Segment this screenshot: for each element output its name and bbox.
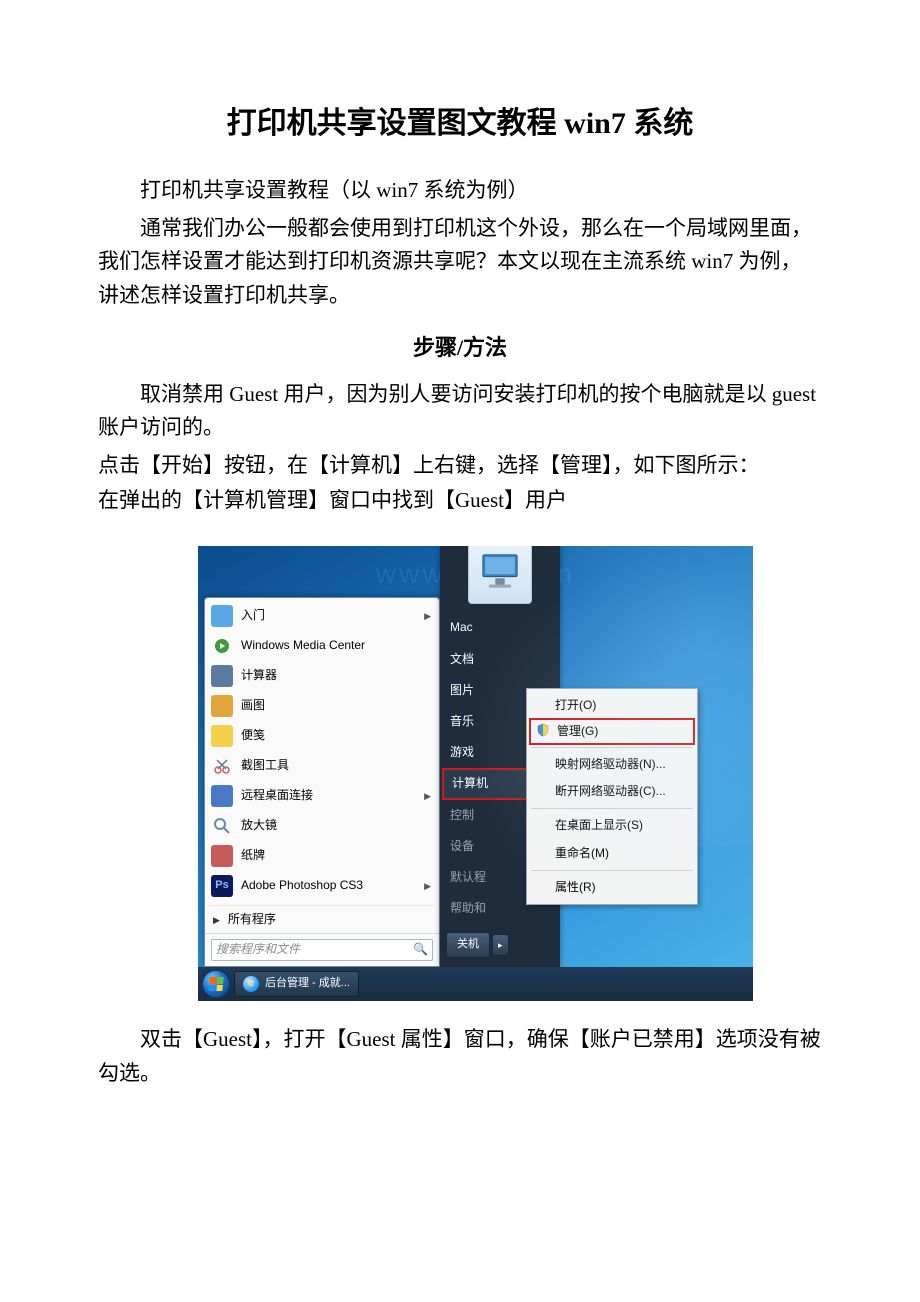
step-text-1: 取消禁用 Guest 用户，因为别人要访问安装打印机的按个电脑就是以 guest… xyxy=(98,378,822,445)
start-menu-item[interactable]: 计算器 xyxy=(205,661,439,691)
chevron-right-icon: ▶ xyxy=(213,913,220,927)
search-icon: 🔍 xyxy=(413,940,428,959)
step-text-2: 点击【开始】按钮，在【计算机】上右键，选择【管理】，如下图所示： xyxy=(98,449,822,483)
taskbar: e 后台管理 - 成就... xyxy=(198,967,753,1001)
chevron-right-icon: ▶ xyxy=(424,879,431,893)
start-menu-item[interactable]: 纸牌 xyxy=(205,841,439,871)
calculator-icon xyxy=(211,665,233,687)
chevron-right-icon: ▶ xyxy=(424,609,431,623)
start-right-item[interactable]: 图片 xyxy=(440,675,560,706)
all-programs-label: 所有程序 xyxy=(228,910,276,929)
start-right-item[interactable]: 文档 xyxy=(440,644,560,675)
ctx-separator xyxy=(531,808,693,809)
shield-icon xyxy=(536,723,550,737)
ps-icon: Ps xyxy=(211,875,233,897)
ctx-manage[interactable]: 管理(G) xyxy=(529,718,695,745)
start-button[interactable] xyxy=(202,970,230,998)
snipping-icon xyxy=(211,755,233,777)
start-menu-item-label: 截图工具 xyxy=(241,756,431,775)
start-right-item[interactable]: 音乐 xyxy=(440,706,560,737)
paint-icon xyxy=(211,695,233,717)
magnifier-icon xyxy=(211,815,233,837)
step-text-4: 双击【Guest】，打开【Guest 属性】窗口，确保【账户已禁用】选项没有被勾… xyxy=(98,1023,822,1090)
start-right-computer[interactable]: 计算机 xyxy=(442,768,558,799)
ctx-separator xyxy=(531,747,693,748)
start-menu-item-label: 便笺 xyxy=(241,726,431,745)
start-right-item[interactable]: 设备 xyxy=(440,831,560,862)
intro-paragraph: 通常我们办公一般都会使用到打印机这个外设，那么在一个局域网里面，我们怎样设置才能… xyxy=(98,212,822,313)
start-menu-item[interactable]: 入门 ▶ xyxy=(205,601,439,631)
ctx-open[interactable]: 打开(O) xyxy=(529,692,695,719)
ctx-separator xyxy=(531,870,693,871)
ctx-properties[interactable]: 属性(R) xyxy=(529,874,695,901)
start-right-item[interactable]: 帮助和 xyxy=(440,893,560,924)
solitaire-icon xyxy=(211,845,233,867)
context-menu: 打开(O) 管理(G) 映射网络驱动器(N)... 断开网络驱动器(C)... … xyxy=(526,688,698,905)
menu-divider xyxy=(209,905,435,906)
start-right-item[interactable]: Mac xyxy=(440,612,560,643)
taskbar-item-ie[interactable]: e 后台管理 - 成就... xyxy=(234,971,359,997)
monitor-icon xyxy=(475,547,525,597)
start-menu-item[interactable]: 画图 xyxy=(205,691,439,721)
all-programs-item[interactable]: ▶ 所有程序 xyxy=(205,907,439,933)
getting-started-icon xyxy=(211,605,233,627)
ctx-disconnect-drive[interactable]: 断开网络驱动器(C)... xyxy=(529,778,695,805)
start-menu-item[interactable]: Ps Adobe Photoshop CS3 ▶ xyxy=(205,871,439,901)
ctx-manage-label: 管理(G) xyxy=(557,724,598,738)
start-menu-item[interactable]: Windows Media Center xyxy=(205,631,439,661)
start-menu-item-label: 计算器 xyxy=(241,666,431,685)
shutdown-button[interactable]: 关机 xyxy=(446,932,490,958)
wmc-icon xyxy=(211,635,233,657)
start-menu-item-label: 画图 xyxy=(241,696,431,715)
start-menu-item[interactable]: 放大镜 xyxy=(205,811,439,841)
chevron-right-icon: ▶ xyxy=(424,789,431,803)
sticky-notes-icon xyxy=(211,725,233,747)
start-menu-item-label: 纸牌 xyxy=(241,846,431,865)
ctx-show-desktop[interactable]: 在桌面上显示(S) xyxy=(529,812,695,839)
rdp-icon xyxy=(211,785,233,807)
step-text-3: 在弹出的【计算机管理】窗口中找到【Guest】用户 xyxy=(98,484,822,518)
intro-line-1: 打印机共享设置教程（以 win7 系统为例） xyxy=(98,174,822,208)
taskbar-item-label: 后台管理 - 成就... xyxy=(265,975,350,993)
start-right-item[interactable]: 游戏 xyxy=(440,737,560,768)
shutdown-row: 关机 ▸ xyxy=(440,928,560,964)
search-placeholder: 搜索程序和文件 xyxy=(216,940,300,959)
ie-icon: e xyxy=(243,976,259,992)
shutdown-options-button[interactable]: ▸ xyxy=(492,934,509,956)
start-right-item[interactable]: 默认程 xyxy=(440,862,560,893)
start-menu-item-label: 远程桌面连接 xyxy=(241,786,416,805)
search-row: 搜索程序和文件 🔍 xyxy=(205,933,439,966)
ctx-rename[interactable]: 重命名(M) xyxy=(529,840,695,867)
start-menu-right: Mac文档图片音乐游戏 计算机 控制设备默认程帮助和 关机 ▸ xyxy=(440,546,560,967)
search-input[interactable]: 搜索程序和文件 🔍 xyxy=(211,939,433,961)
start-menu-item[interactable]: 便笺 xyxy=(205,721,439,751)
start-menu-item-label: 放大镜 xyxy=(241,816,431,835)
user-avatar xyxy=(468,546,532,605)
start-menu-item[interactable]: 截图工具 xyxy=(205,751,439,781)
start-menu-item[interactable]: 远程桌面连接 ▶ xyxy=(205,781,439,811)
ctx-map-drive[interactable]: 映射网络驱动器(N)... xyxy=(529,751,695,778)
start-menu-left: 入门 ▶ Windows Media Center 计算器画图便笺截图工具远程桌面连接… xyxy=(204,597,440,967)
windows-logo-icon xyxy=(208,977,223,991)
screenshot-figure: www.bo .com 入门▶Windows Media Center计算器画图… xyxy=(198,546,753,1001)
start-right-item[interactable]: 控制 xyxy=(440,800,560,831)
windows-desktop: www.bo .com 入门▶Windows Media Center计算器画图… xyxy=(198,546,753,1001)
start-menu-item-label: Adobe Photoshop CS3 xyxy=(241,876,416,895)
start-menu-item-label: 入门 xyxy=(241,606,416,625)
steps-heading: 步骤/方法 xyxy=(98,330,822,365)
page-title: 打印机共享设置图文教程 win7 系统 xyxy=(98,100,822,148)
start-menu-item-label: Windows Media Center xyxy=(241,636,431,655)
